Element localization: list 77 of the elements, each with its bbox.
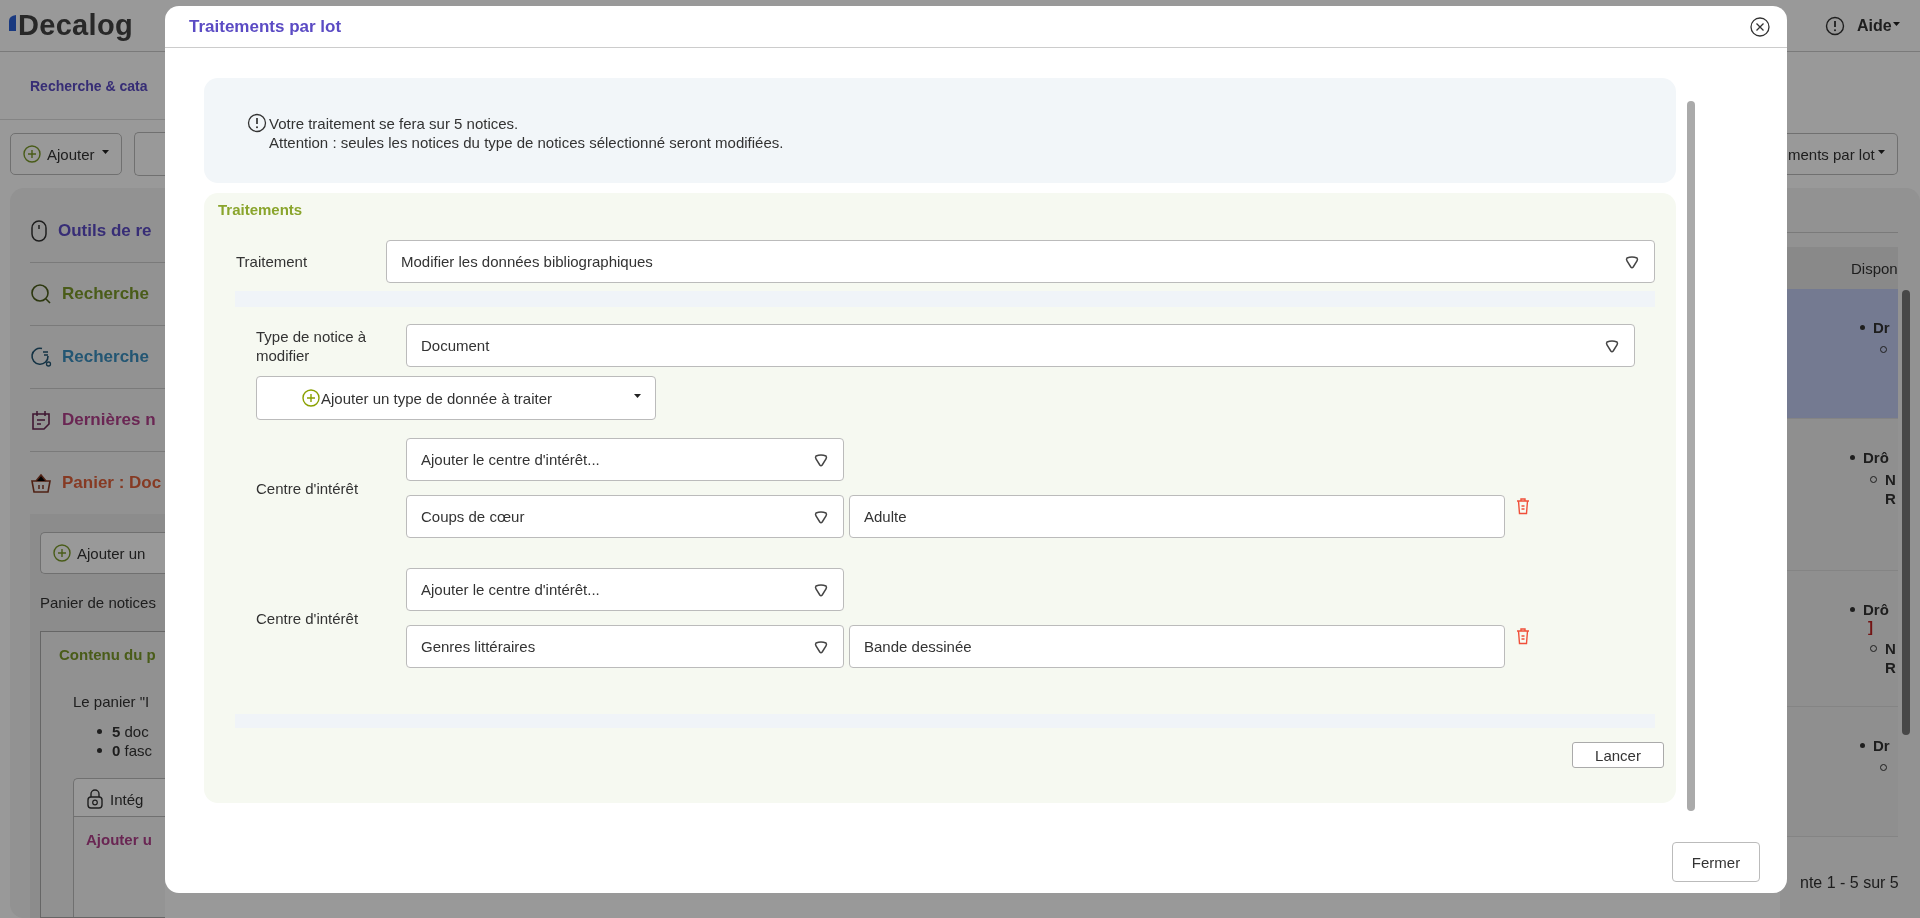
bullet-icon [97,729,102,734]
item-detail: N [1885,470,1896,489]
breadcrumb-link[interactable]: Recherche & cata [30,77,148,94]
app-logo: Decalog [18,9,133,42]
caret-icon [1604,337,1620,354]
dialog-title: Traitements par lot [189,16,342,37]
text-field[interactable]: Adulte [849,495,1505,538]
add-button[interactable]: Ajouter [10,133,122,175]
caret-icon [813,581,829,598]
count-item: 0 fasc [112,741,153,760]
scrollbar[interactable] [1687,101,1695,811]
select-field[interactable]: Modifier les données bibliographiques [386,240,1655,283]
item-detail: N [1885,639,1896,658]
add-icon [23,145,41,163]
scrollbar[interactable] [1902,290,1910,735]
bullet-icon [1850,607,1855,612]
select-field[interactable]: Document [406,324,1635,367]
bullet-icon [1860,743,1865,748]
caret-icon [101,150,109,154]
caret-icon [813,508,829,525]
item-title: Dr [1873,319,1890,336]
trash-icon [1515,497,1531,515]
delete-button[interactable] [1515,497,1531,515]
select-field[interactable]: Ajouter le centre d'intérêt... [406,568,844,611]
caret-icon [813,451,829,468]
trash-icon [1515,627,1531,645]
basket-caption: Panier de notices [40,594,157,611]
caret-icon [1624,253,1640,270]
select-field[interactable]: Coups de cœur [406,495,844,538]
history-search-icon [30,346,52,368]
count-item: 5 doc [112,722,149,741]
calendar-note-icon [30,409,52,431]
pagination-text: nte 1 - 5 sur 5 [1799,873,1900,893]
field-label: Type de notice à modifier [256,326,368,365]
caret-icon [1892,21,1900,26]
item-detail: R [1885,489,1896,508]
search-icon [30,283,52,305]
toolbar-button[interactable] [133,132,165,176]
bullet-icon [97,748,102,753]
lock-icon [86,789,104,809]
info-text: Votre traitement se fera sur 5 notices. [269,114,520,133]
caret-icon [813,638,829,655]
mouse-icon [30,219,48,243]
caret-icon [634,394,641,398]
field-label: Centre d'intérêt [256,608,360,628]
help-menu[interactable]: Aide [1857,16,1900,35]
caret-icon [1877,150,1885,154]
text-field[interactable]: Bande dessinée [849,625,1505,668]
section-title: Ajouter u [86,831,153,848]
bullet-icon [1850,455,1855,460]
item-title: Dr [1873,737,1890,754]
field-label: Traitement [236,252,309,271]
item-detail: R [1885,658,1896,677]
close-button[interactable] [1749,15,1771,38]
add-button[interactable]: Ajouter un [40,532,165,574]
item-title: Drô [1863,449,1889,466]
close-icon [1750,16,1770,37]
field-label: Centre d'intérêt [256,478,360,498]
warning-icon [247,113,267,133]
basket-summary: Le panier "I [72,693,151,710]
logo-mark-icon [8,14,17,31]
info-icon [1825,15,1845,36]
info-text: Attention : seules les notices du type de notices sélectionné seront modifiées. [269,133,784,152]
select-field[interactable]: Ajouter le centre d'intérêt... [406,438,844,481]
item-note: ] [1867,618,1874,635]
launch-button[interactable]: Lancer [1572,742,1664,768]
section-title: Traitements [217,200,304,220]
basket-icon [30,472,52,494]
add-icon [53,544,71,562]
add-type-dropdown[interactable]: Ajouter un type de donnée à traiter [256,376,656,420]
card-title: Contenu du p [59,646,157,663]
bullet-icon [1860,325,1865,330]
close-button[interactable]: Fermer [1672,842,1760,882]
delete-button[interactable] [1515,627,1531,645]
item-title: Drô [1863,601,1889,618]
add-icon [302,389,320,407]
select-field[interactable]: Genres littéraires [406,625,844,668]
